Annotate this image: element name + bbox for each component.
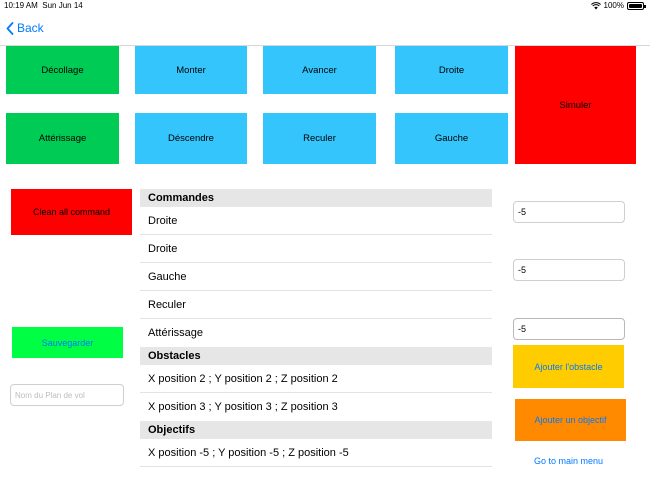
battery-percent: 100%	[603, 1, 624, 10]
command-row[interactable]: Gauche	[140, 263, 492, 291]
status-right: 100%	[590, 0, 646, 12]
command-row[interactable]: Droite	[140, 235, 492, 263]
battery-icon	[627, 2, 646, 10]
objective-row[interactable]: X position -5 ; Y position -5 ; Z positi…	[140, 439, 492, 467]
flight-plan-list: Commandes Droite Droite Gauche Reculer A…	[140, 189, 492, 467]
reculer-button[interactable]: Reculer	[263, 113, 376, 164]
obstacles-section-header: Obstacles	[140, 347, 492, 365]
y-position-input[interactable]	[513, 259, 625, 281]
navigation-bar: Back	[0, 12, 650, 46]
status-time-date: 10:19 AM Sun Jun 14	[4, 0, 83, 12]
decollage-button[interactable]: Décollage	[6, 46, 119, 94]
wifi-icon	[590, 2, 601, 10]
status-time: 10:19 AM	[4, 1, 38, 10]
back-button[interactable]: Back	[6, 21, 44, 35]
add-objective-button[interactable]: Ajouter un objectif	[515, 399, 626, 441]
atterrissage-button[interactable]: Attérissage	[6, 113, 119, 164]
gauche-button[interactable]: Gauche	[395, 113, 508, 164]
avancer-button[interactable]: Avancer	[263, 46, 376, 94]
obstacle-row[interactable]: X position 3 ; Y position 3 ; Z position…	[140, 393, 492, 421]
status-bar: 10:19 AM Sun Jun 14 100%	[0, 0, 650, 12]
simuler-button[interactable]: Simuler	[515, 46, 636, 164]
x-position-input[interactable]	[513, 201, 625, 223]
flight-plan-name-input[interactable]	[10, 384, 124, 406]
save-button[interactable]: Sauvegarder	[12, 327, 123, 358]
descendre-button[interactable]: Déscendre	[135, 113, 247, 164]
monter-button[interactable]: Monter	[135, 46, 247, 94]
go-to-main-menu-link[interactable]: Go to main menu	[513, 453, 624, 469]
commands-section-header: Commandes	[140, 189, 492, 207]
droite-button[interactable]: Droite	[395, 46, 508, 94]
command-row[interactable]: Reculer	[140, 291, 492, 319]
chevron-left-icon	[6, 21, 14, 35]
command-row[interactable]: Droite	[140, 207, 492, 235]
command-row[interactable]: Attérissage	[140, 319, 492, 347]
clean-all-command-button[interactable]: Clean all command	[11, 189, 132, 235]
add-obstacle-button[interactable]: Ajouter l'obstacle	[513, 345, 624, 388]
z-position-input[interactable]	[513, 318, 625, 340]
status-date: Sun Jun 14	[42, 1, 83, 10]
back-label: Back	[17, 21, 44, 35]
obstacle-row[interactable]: X position 2 ; Y position 2 ; Z position…	[140, 365, 492, 393]
objectives-section-header: Objectifs	[140, 421, 492, 439]
